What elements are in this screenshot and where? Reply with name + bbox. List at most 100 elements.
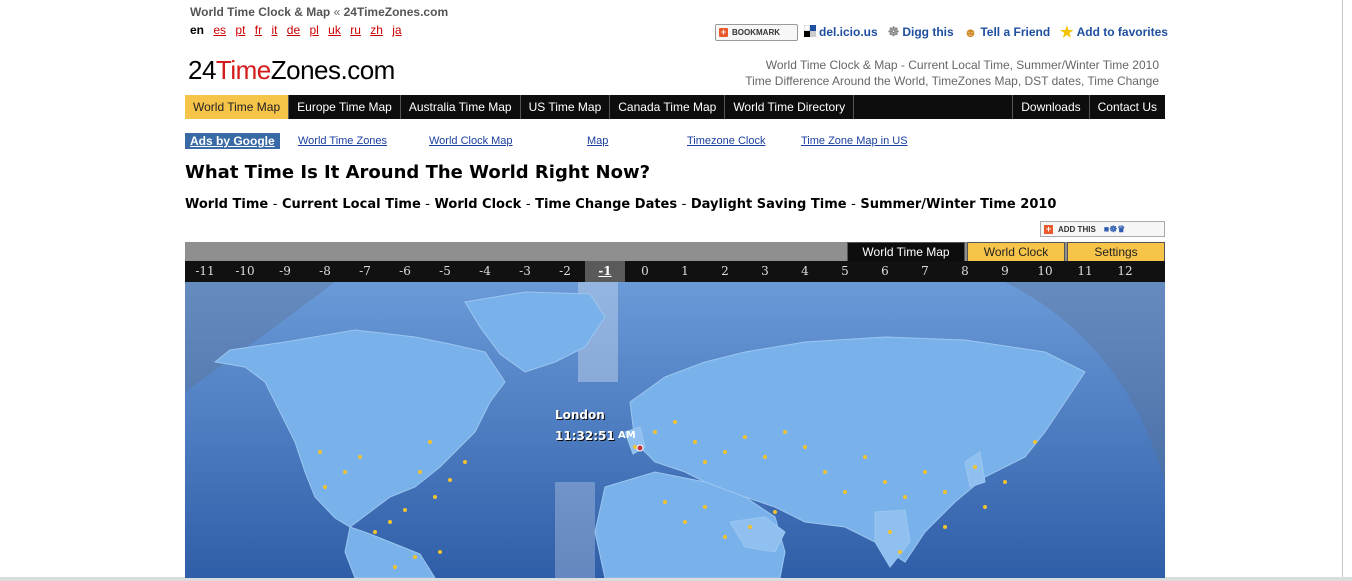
selected-zone-band-bottom bbox=[555, 482, 595, 578]
language-link[interactable]: pl bbox=[309, 23, 318, 37]
nav-tab-world-time-map[interactable]: World Time Map bbox=[185, 95, 290, 119]
star-icon: ★ bbox=[1060, 24, 1074, 41]
timezone-offset[interactable]: -2 bbox=[545, 261, 585, 282]
delicious-link[interactable]: del.icio.us bbox=[803, 24, 878, 40]
page-title: What Time Is It Around The World Right N… bbox=[185, 162, 651, 183]
timezone-offset[interactable]: 8 bbox=[945, 261, 985, 282]
timezone-offset[interactable]: -4 bbox=[465, 261, 505, 282]
language-link[interactable]: zh bbox=[370, 23, 383, 37]
city-name: London bbox=[555, 408, 605, 422]
delicious-label: del.icio.us bbox=[819, 25, 878, 39]
logo-red: Time bbox=[215, 55, 271, 85]
window-edge bbox=[1342, 0, 1352, 581]
city-time: 11:32:51 bbox=[555, 429, 615, 443]
world-time-map: World Time Map World Clock Settings -11-… bbox=[185, 242, 1165, 578]
subtitle-item: Daylight Saving Time bbox=[690, 197, 847, 212]
bookmark-button[interactable]: + BOOKMARK bbox=[715, 23, 798, 41]
timezone-offset[interactable]: 9 bbox=[985, 261, 1025, 282]
language-link[interactable]: ru bbox=[350, 23, 361, 37]
tagline-line1: World Time Clock & Map - Current Local T… bbox=[765, 58, 1159, 72]
timezone-offset[interactable]: 1 bbox=[665, 261, 705, 282]
ad-link[interactable]: World Clock Map bbox=[429, 135, 513, 147]
timezone-offset[interactable]: -5 bbox=[425, 261, 465, 282]
map-tab-world-time-map[interactable]: World Time Map bbox=[847, 242, 965, 261]
breadcrumb-site: 24TimeZones.com bbox=[343, 5, 449, 19]
timezone-offset[interactable]: -11 bbox=[185, 261, 225, 282]
timezone-offset[interactable]: 10 bbox=[1025, 261, 1065, 282]
language-link[interactable]: it bbox=[271, 23, 277, 37]
language-link[interactable]: es bbox=[213, 23, 226, 37]
timezone-offset[interactable]: 11 bbox=[1065, 261, 1105, 282]
timezone-offset[interactable]: -8 bbox=[305, 261, 345, 282]
language-link[interactable]: pt bbox=[235, 23, 245, 37]
timezone-offset[interactable]: -9 bbox=[265, 261, 305, 282]
timezone-offset[interactable]: 3 bbox=[745, 261, 785, 282]
add-favorites-link[interactable]: ★ Add to favorites bbox=[1060, 23, 1168, 41]
breadcrumb-separator: « bbox=[333, 5, 341, 19]
london-marker[interactable] bbox=[636, 444, 644, 452]
subtitle-sep: - bbox=[525, 197, 531, 212]
plus-icon: + bbox=[719, 26, 728, 37]
timezone-offset[interactable]: 5 bbox=[825, 261, 865, 282]
timezone-offset[interactable]: 2 bbox=[705, 261, 745, 282]
breadcrumb: World Time Clock & Map « 24TimeZones.com bbox=[190, 5, 448, 19]
timezone-offset[interactable]: -7 bbox=[345, 261, 385, 282]
city-ampm: AM bbox=[618, 430, 636, 441]
digg-link[interactable]: ☸ Digg this bbox=[888, 24, 954, 40]
timezone-offset[interactable]: 4 bbox=[785, 261, 825, 282]
map-tabs: World Time Map World Clock Settings bbox=[845, 242, 1165, 261]
ad-link[interactable]: World Time Zones bbox=[298, 135, 387, 147]
map-tab-settings[interactable]: Settings bbox=[1067, 242, 1165, 261]
ad-link[interactable]: Timezone Clock bbox=[687, 135, 765, 147]
timezone-offset-bar: -11 -10 -9 -8 -7 -6 -5 -4 -3 -2 -1 0 1 2 3 4 5 6 7 8 9 10 11 12 bbox=[185, 261, 1165, 282]
subtitle-sep: - bbox=[272, 197, 278, 212]
timezone-offset[interactable]: 12 bbox=[1105, 261, 1145, 282]
timezone-offset[interactable]: 0 bbox=[625, 261, 665, 282]
timezone-offset[interactable]: 6 bbox=[865, 261, 905, 282]
timezone-offset[interactable]: 7 bbox=[905, 261, 945, 282]
nav-tab-canada-time-map[interactable]: Canada Time Map bbox=[610, 95, 726, 119]
timezone-offset[interactable]: -3 bbox=[505, 261, 545, 282]
plus-icon: + bbox=[1044, 223, 1053, 234]
social-bar: + BOOKMARK del.icio.us ☸ Digg this ☻ Tel… bbox=[715, 22, 1178, 42]
ads-by-google[interactable]: Ads by Google bbox=[185, 133, 280, 149]
subtitle-item: World Time bbox=[185, 197, 269, 212]
logo-prefix: 24 bbox=[188, 55, 216, 85]
logo-suffix: Zones.com bbox=[270, 55, 396, 85]
language-link[interactable]: fr bbox=[255, 23, 262, 37]
world-map-canvas[interactable]: London London 11:32:51 11:32:51 AM bbox=[185, 282, 1165, 578]
language-link[interactable]: de bbox=[287, 23, 300, 37]
favorites-label: Add to favorites bbox=[1076, 25, 1168, 39]
nav-tab-contact-us[interactable]: Contact Us bbox=[1090, 95, 1165, 119]
map-tab-world-clock[interactable]: World Clock bbox=[967, 242, 1065, 261]
nav-tab-world-time-directory[interactable]: World Time Directory bbox=[725, 95, 855, 119]
language-link[interactable]: ja bbox=[392, 23, 401, 37]
timezone-offset[interactable]: -10 bbox=[225, 261, 265, 282]
timezone-offset[interactable]: -6 bbox=[385, 261, 425, 282]
ad-link[interactable]: Time Zone Map in US bbox=[801, 135, 908, 147]
bookmark-label: BOOKMARK bbox=[732, 27, 780, 37]
breadcrumb-link[interactable]: World Time Clock & Map bbox=[190, 5, 330, 19]
language-link[interactable]: uk bbox=[328, 23, 341, 37]
language-selector: en es pt fr it de pl uk ru zh ja bbox=[190, 23, 408, 37]
nav-tab-downloads[interactable]: Downloads bbox=[1013, 95, 1090, 119]
subtitle-item: Time Change Dates bbox=[535, 197, 678, 212]
ad-link[interactable]: Map bbox=[587, 135, 608, 147]
site-logo[interactable]: 24TimeZones.com bbox=[188, 55, 395, 86]
digg-icon: ☸ bbox=[887, 24, 900, 39]
nav-tab-us-time-map[interactable]: US Time Map bbox=[521, 95, 611, 119]
page-subtitle: World Time - Current Local Time - World … bbox=[185, 197, 1056, 212]
tell-friend-label: Tell a Friend bbox=[980, 25, 1051, 39]
nav-tab-europe-time-map[interactable]: Europe Time Map bbox=[289, 95, 401, 119]
nav-tab-australia-time-map[interactable]: Australia Time Map bbox=[401, 95, 521, 119]
digg-label: Digg this bbox=[902, 25, 954, 39]
people-icon: ☻ bbox=[963, 24, 978, 40]
tell-friend-link[interactable]: ☻ Tell a Friend bbox=[964, 25, 1050, 40]
timezone-offset[interactable]: -1 bbox=[585, 261, 625, 282]
share-icons: ■☸♛ bbox=[1103, 223, 1126, 234]
tagline: World Time Clock & Map - Current Local T… bbox=[745, 57, 1159, 89]
addthis-button[interactable]: + ADD THIS ■☸♛ bbox=[1040, 221, 1165, 237]
subtitle-item: Summer/Winter Time 2010 bbox=[860, 197, 1057, 212]
main-nav: World Time Map Europe Time Map Australia… bbox=[185, 95, 1165, 119]
language-current: en bbox=[190, 23, 205, 37]
